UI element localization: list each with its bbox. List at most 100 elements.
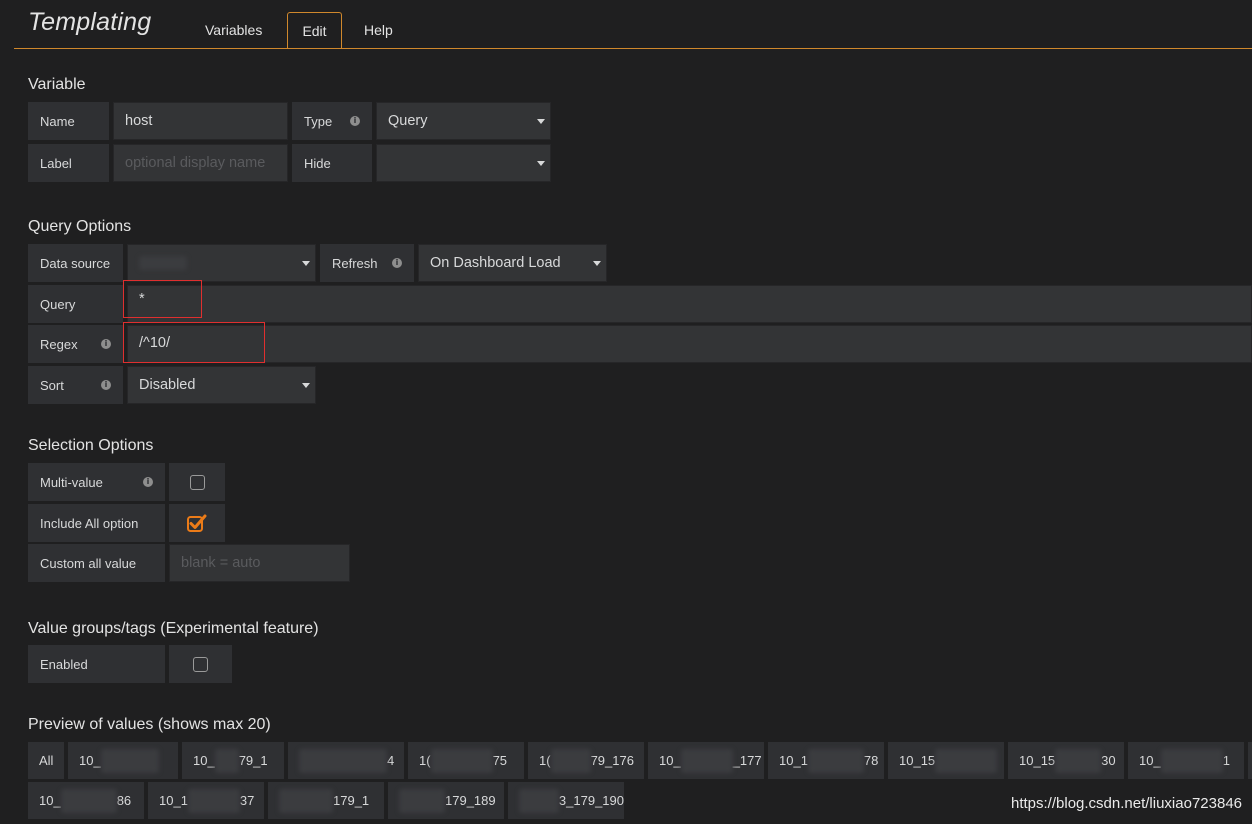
- preview-value: 10_ 79_1: [182, 742, 284, 779]
- refresh-label: Refresh i: [320, 244, 414, 282]
- include-all-checkbox[interactable]: [169, 504, 225, 542]
- type-select-value: Query: [388, 113, 428, 129]
- preview-value: 10_1 37: [148, 782, 264, 819]
- name-input[interactable]: host: [113, 102, 288, 140]
- redacted-text: [430, 748, 493, 773]
- chevron-down-icon: [302, 383, 310, 388]
- enabled-checkbox[interactable]: [169, 645, 232, 683]
- preview-value-suffix: 37: [239, 793, 255, 808]
- watermark: https://blog.csdn.net/liuxiao723846: [1011, 795, 1242, 812]
- redacted-text: [935, 748, 998, 773]
- custom-all-label: Custom all value: [28, 544, 165, 582]
- info-icon: i: [101, 339, 111, 349]
- preview-value-suffix: 86: [116, 793, 132, 808]
- refresh-select[interactable]: On Dashboard Load: [418, 244, 607, 282]
- redacted-text: [279, 788, 333, 813]
- type-label-text: Type: [304, 113, 333, 129]
- query-options-section-title: Query Options: [28, 218, 132, 235]
- label-input[interactable]: optional display name: [113, 144, 288, 182]
- multi-value-checkbox[interactable]: [169, 463, 225, 501]
- checkbox-empty-icon: [193, 656, 208, 672]
- hide-select[interactable]: [376, 144, 551, 182]
- preview-value-suffix: 1: [1222, 753, 1230, 768]
- preview-value: 10_ 1: [1128, 742, 1244, 779]
- type-select[interactable]: Query: [376, 102, 551, 140]
- datasource-label: Data source: [28, 244, 123, 282]
- preview-value-prefix: 10_: [1139, 753, 1161, 768]
- preview-value-prefix: 10_: [659, 753, 681, 768]
- query-highlight: *: [123, 280, 202, 318]
- preview-value-prefix: 1(: [419, 753, 431, 768]
- tab-help[interactable]: Help: [347, 12, 410, 49]
- info-icon: i: [143, 477, 153, 487]
- redacted-text: [60, 788, 117, 813]
- redacted-text: [550, 748, 591, 773]
- preview-value: 10_15 30: [1008, 742, 1124, 779]
- preview-value-text: All: [39, 753, 54, 768]
- checkbox-empty-icon: [189, 474, 205, 490]
- hide-label: Hide: [292, 144, 372, 182]
- redacted-text: [299, 748, 387, 773]
- preview-section-title: Preview of values (shows max 20): [28, 716, 271, 733]
- multi-value-label: Multi-value i: [28, 463, 165, 501]
- datasource-redacted: [139, 256, 187, 270]
- tab-variables[interactable]: Variables: [188, 12, 279, 49]
- include-all-label: Include All option: [28, 504, 165, 542]
- preview-value: 1( 79_176: [528, 742, 644, 779]
- chevron-down-icon: [537, 119, 545, 124]
- preview-value-suffix: 179_1: [333, 793, 370, 808]
- query-value: *: [139, 291, 145, 307]
- label-placeholder: optional display name: [125, 155, 266, 171]
- preview-value: 4: [288, 742, 404, 779]
- preview-value: 3_179_190: [508, 782, 624, 819]
- info-icon: i: [350, 116, 360, 126]
- chevron-down-icon: [593, 261, 601, 266]
- preview-value-suffix: _177: [732, 753, 762, 768]
- selection-options-section-title: Selection Options: [28, 437, 154, 454]
- preview-value: 179_1: [268, 782, 384, 819]
- custom-all-placeholder: blank = auto: [181, 555, 261, 571]
- regex-label: Regex i: [28, 325, 123, 363]
- custom-all-input[interactable]: blank = auto: [169, 544, 350, 582]
- preview-value-suffix: 30: [1101, 753, 1116, 768]
- sort-label-text: Sort: [40, 377, 64, 393]
- sort-select-value: Disabled: [139, 377, 196, 393]
- preview-value-suffix: 79_176: [590, 753, 634, 768]
- preview-value-all: All: [28, 742, 64, 779]
- preview-value-suffix: 3_179_190: [558, 793, 624, 808]
- preview-value-suffix: 75: [492, 753, 508, 768]
- preview-value: 10_1 78: [768, 742, 884, 779]
- redacted-text: [680, 748, 733, 773]
- checkbox-checked-icon: [187, 514, 207, 532]
- value-groups-section-title: Value groups/tags (Experimental feature): [28, 620, 319, 637]
- refresh-select-value: On Dashboard Load: [430, 255, 561, 271]
- info-icon: i: [392, 258, 402, 268]
- datasource-select[interactable]: [127, 244, 316, 282]
- regex-input[interactable]: [127, 325, 1252, 363]
- preview-value-suffix: 179_189: [445, 793, 496, 808]
- preview-value: 1( 75: [408, 742, 524, 779]
- refresh-label-text: Refresh: [332, 255, 378, 271]
- preview-value-prefix: 10_1: [159, 793, 188, 808]
- sort-select[interactable]: Disabled: [127, 366, 316, 404]
- redacted-text: [807, 748, 864, 773]
- tab-edit[interactable]: Edit: [287, 12, 342, 49]
- preview-value-prefix: 10_: [39, 793, 61, 808]
- header-divider: [14, 48, 1252, 49]
- variable-section-title: Variable: [28, 76, 86, 93]
- preview-value-prefix: 10_1: [779, 753, 808, 768]
- regex-label-text: Regex: [40, 336, 78, 352]
- redacted-text: [399, 788, 445, 813]
- preview-value-clipped: [1248, 742, 1252, 779]
- info-icon: i: [101, 380, 111, 390]
- redacted-text: [214, 748, 239, 773]
- chevron-down-icon: [537, 161, 545, 166]
- preview-value: 10_ 86: [28, 782, 144, 819]
- redacted-text: [100, 748, 159, 773]
- preview-value: 10_15: [888, 742, 1004, 779]
- redacted-text: [1055, 748, 1102, 773]
- regex-value: /^10/: [139, 334, 170, 351]
- query-input[interactable]: [127, 285, 1252, 323]
- chevron-down-icon: [302, 261, 310, 266]
- preview-value-suffix: 79_1: [238, 753, 268, 768]
